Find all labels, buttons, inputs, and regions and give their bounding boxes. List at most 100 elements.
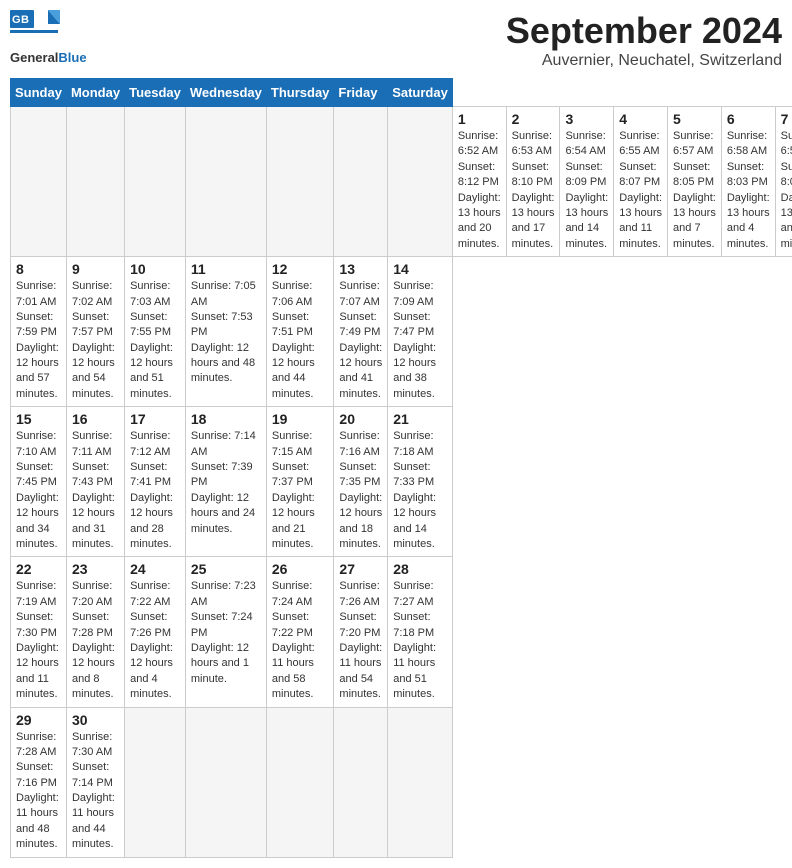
sunset: Sunset: 8:10 PM [512,161,553,188]
daylight: Daylight: 12 hours and 31 minutes. [72,492,115,550]
day-number: 13 [339,261,382,277]
calendar-cell: 19 Sunrise: 7:15 AM Sunset: 7:37 PM Dayl… [266,407,334,557]
calendar-cell: 7 Sunrise: 6:59 AM Sunset: 8:01 PM Dayli… [775,107,792,257]
sunrise: Sunrise: 6:54 AM [565,130,605,157]
calendar-cell: 28 Sunrise: 7:27 AM Sunset: 7:18 PM Dayl… [388,557,453,707]
day-detail: Sunrise: 7:18 AM Sunset: 7:33 PM Dayligh… [393,429,447,552]
sunset: Sunset: 7:53 PM [191,311,253,338]
weekday-header-row: SundayMondayTuesdayWednesdayThursdayFrid… [11,79,792,107]
day-number: 16 [72,411,119,427]
svg-text:G: G [12,14,21,26]
sunrise: Sunrise: 6:57 AM [673,130,713,157]
day-detail: Sunrise: 7:02 AM Sunset: 7:57 PM Dayligh… [72,279,119,402]
day-number: 19 [272,411,329,427]
day-number: 6 [727,111,770,127]
sunrise: Sunrise: 7:16 AM [339,430,379,457]
daylight: Daylight: 12 hours and 14 minutes. [393,492,436,550]
calendar-cell: 16 Sunrise: 7:11 AM Sunset: 7:43 PM Dayl… [66,407,124,557]
title-area: September 2024 Auvernier, Neuchatel, Swi… [506,10,782,70]
sunrise: Sunrise: 7:27 AM [393,580,433,607]
sunset: Sunset: 7:18 PM [393,611,434,638]
daylight: Daylight: 12 hours and 11 minutes. [16,642,59,700]
daylight: Daylight: 13 hours and 1 minute. [781,192,792,250]
sunset: Sunset: 7:39 PM [191,461,253,488]
day-detail: Sunrise: 6:58 AM Sunset: 8:03 PM Dayligh… [727,129,770,252]
calendar-cell: 9 Sunrise: 7:02 AM Sunset: 7:57 PM Dayli… [66,257,124,407]
sunrise: Sunrise: 7:12 AM [130,430,170,457]
sunrise: Sunrise: 7:20 AM [72,580,112,607]
day-detail: Sunrise: 7:06 AM Sunset: 7:51 PM Dayligh… [272,279,329,402]
sunset: Sunset: 7:37 PM [272,461,313,488]
day-detail: Sunrise: 7:24 AM Sunset: 7:22 PM Dayligh… [272,579,329,702]
calendar-cell: 10 Sunrise: 7:03 AM Sunset: 7:55 PM Dayl… [125,257,186,407]
calendar-cell: 23 Sunrise: 7:20 AM Sunset: 7:28 PM Dayl… [66,557,124,707]
calendar-cell: 27 Sunrise: 7:26 AM Sunset: 7:20 PM Dayl… [334,557,388,707]
calendar-cell [125,707,186,857]
weekday-header-monday: Monday [66,79,124,107]
sunset: Sunset: 7:24 PM [191,611,253,638]
day-detail: Sunrise: 7:20 AM Sunset: 7:28 PM Dayligh… [72,579,119,702]
day-detail: Sunrise: 7:12 AM Sunset: 7:41 PM Dayligh… [130,429,180,552]
calendar-cell: 12 Sunrise: 7:06 AM Sunset: 7:51 PM Dayl… [266,257,334,407]
calendar-cell: 1 Sunrise: 6:52 AM Sunset: 8:12 PM Dayli… [452,107,506,257]
sunset: Sunset: 8:12 PM [458,161,499,188]
sunset: Sunset: 7:49 PM [339,311,380,338]
sunset: Sunset: 8:03 PM [727,161,768,188]
sunrise: Sunrise: 6:52 AM [458,130,498,157]
day-number: 12 [272,261,329,277]
calendar-cell: 17 Sunrise: 7:12 AM Sunset: 7:41 PM Dayl… [125,407,186,557]
day-detail: Sunrise: 7:30 AM Sunset: 7:14 PM Dayligh… [72,730,119,853]
day-detail: Sunrise: 7:11 AM Sunset: 7:43 PM Dayligh… [72,429,119,552]
day-number: 3 [565,111,608,127]
calendar-week-4: 22 Sunrise: 7:19 AM Sunset: 7:30 PM Dayl… [11,557,792,707]
day-number: 24 [130,561,180,577]
daylight: Daylight: 12 hours and 28 minutes. [130,492,173,550]
daylight: Daylight: 12 hours and 8 minutes. [72,642,115,700]
calendar-cell [125,107,186,257]
calendar-table: SundayMondayTuesdayWednesdayThursdayFrid… [10,78,792,858]
day-number: 9 [72,261,119,277]
day-detail: Sunrise: 6:53 AM Sunset: 8:10 PM Dayligh… [512,129,555,252]
location: Auvernier, Neuchatel, Switzerland [506,52,782,70]
day-number: 8 [16,261,61,277]
calendar-week-3: 15 Sunrise: 7:10 AM Sunset: 7:45 PM Dayl… [11,407,792,557]
day-number: 18 [191,411,261,427]
calendar-cell: 15 Sunrise: 7:10 AM Sunset: 7:45 PM Dayl… [11,407,67,557]
day-detail: Sunrise: 7:26 AM Sunset: 7:20 PM Dayligh… [339,579,382,702]
sunset: Sunset: 7:30 PM [16,611,57,638]
daylight: Daylight: 12 hours and 38 minutes. [393,342,436,400]
day-detail: Sunrise: 6:59 AM Sunset: 8:01 PM Dayligh… [781,129,792,252]
day-detail: Sunrise: 6:55 AM Sunset: 8:07 PM Dayligh… [619,129,662,252]
day-detail: Sunrise: 7:23 AM Sunset: 7:24 PM Dayligh… [191,579,261,687]
weekday-header-thursday: Thursday [266,79,334,107]
sunset: Sunset: 7:41 PM [130,461,171,488]
weekday-header-saturday: Saturday [388,79,453,107]
calendar-week-2: 8 Sunrise: 7:01 AM Sunset: 7:59 PM Dayli… [11,257,792,407]
calendar-cell: 6 Sunrise: 6:58 AM Sunset: 8:03 PM Dayli… [721,107,775,257]
calendar-cell [334,107,388,257]
day-detail: Sunrise: 7:03 AM Sunset: 7:55 PM Dayligh… [130,279,180,402]
sunset: Sunset: 7:14 PM [72,761,113,788]
day-detail: Sunrise: 7:05 AM Sunset: 7:53 PM Dayligh… [191,279,261,387]
sunset: Sunset: 7:16 PM [16,761,57,788]
daylight: Daylight: 11 hours and 48 minutes. [16,792,59,850]
day-detail: Sunrise: 7:28 AM Sunset: 7:16 PM Dayligh… [16,730,61,853]
calendar-cell [66,107,124,257]
sunset: Sunset: 8:07 PM [619,161,660,188]
day-number: 27 [339,561,382,577]
logo-text: GeneralBlue [10,50,87,65]
day-number: 25 [191,561,261,577]
calendar-cell [185,707,266,857]
calendar-cell [185,107,266,257]
page-header: G B GeneralBlue September 2024 Auvernier… [10,10,782,70]
day-detail: Sunrise: 7:22 AM Sunset: 7:26 PM Dayligh… [130,579,180,702]
day-detail: Sunrise: 7:09 AM Sunset: 7:47 PM Dayligh… [393,279,447,402]
sunrise: Sunrise: 7:19 AM [16,580,56,607]
calendar-cell: 20 Sunrise: 7:16 AM Sunset: 7:35 PM Dayl… [334,407,388,557]
calendar-cell: 8 Sunrise: 7:01 AM Sunset: 7:59 PM Dayli… [11,257,67,407]
sunrise: Sunrise: 7:18 AM [393,430,433,457]
weekday-header-tuesday: Tuesday [125,79,186,107]
calendar-cell [388,707,453,857]
calendar-week-5: 29 Sunrise: 7:28 AM Sunset: 7:16 PM Dayl… [11,707,792,857]
sunrise: Sunrise: 7:26 AM [339,580,379,607]
